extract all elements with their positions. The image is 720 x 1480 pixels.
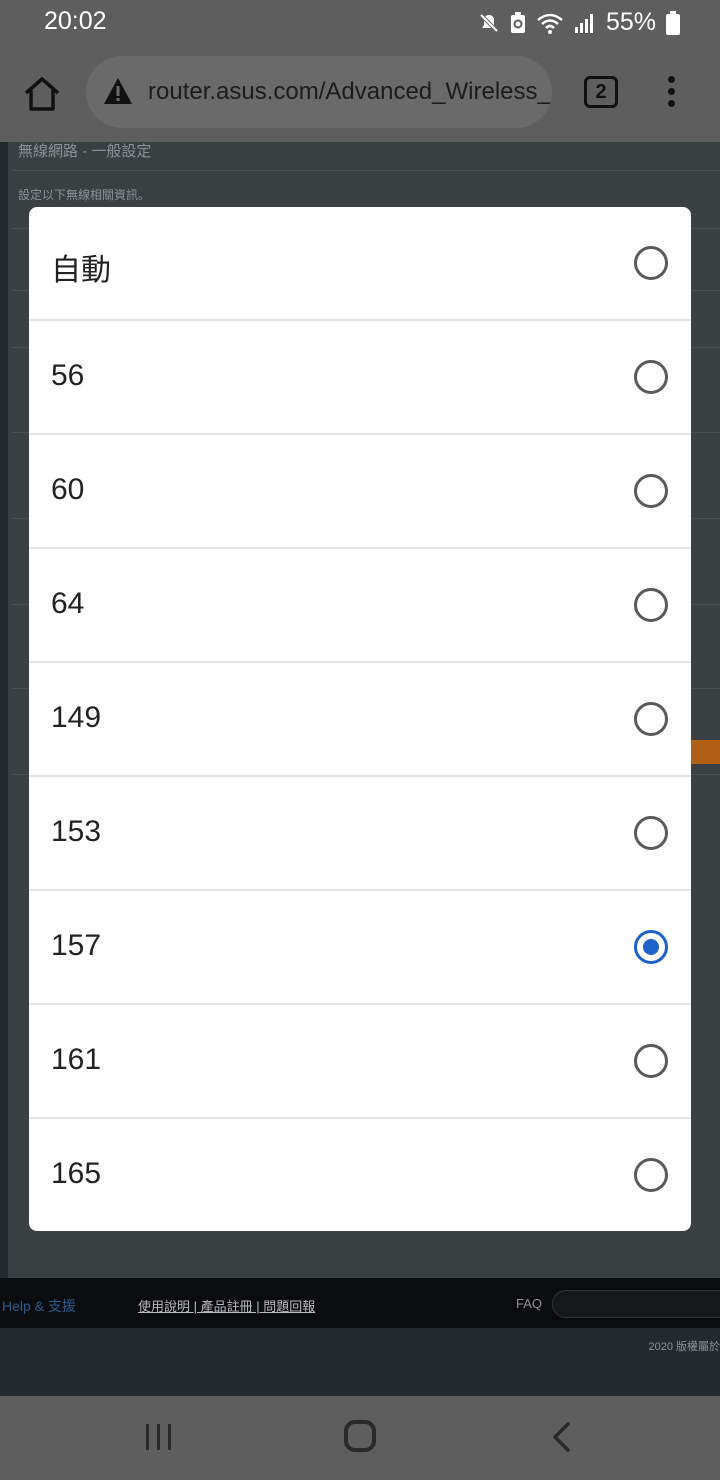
option-157[interactable]: 157 <box>29 891 691 1005</box>
highlight-bar <box>690 740 720 764</box>
footer-links[interactable]: 使用說明 | 產品註冊 | 問題回報 <box>138 1296 315 1315</box>
back-icon[interactable] <box>550 1422 574 1452</box>
option-56[interactable]: 56 <box>29 321 691 435</box>
option-153[interactable]: 153 <box>29 777 691 891</box>
radio-button[interactable] <box>634 474 668 508</box>
option-161[interactable]: 161 <box>29 1005 691 1119</box>
option-label: 165 <box>51 1157 102 1190</box>
option-label: 64 <box>51 587 85 620</box>
battery-icon <box>666 10 680 35</box>
page-footer: Help & 支援 使用說明 | 產品註冊 | 問題回報 FAQ <box>0 1278 720 1328</box>
address-bar[interactable]: router.asus.com/Advanced_Wireless_C <box>86 56 552 128</box>
option-149[interactable]: 149 <box>29 663 691 777</box>
radio-button[interactable] <box>634 588 668 622</box>
home-icon[interactable] <box>22 74 62 114</box>
faq-search-input[interactable] <box>552 1290 720 1318</box>
url-text[interactable]: router.asus.com/Advanced_Wireless_C <box>148 78 552 106</box>
radio-button[interactable] <box>634 702 668 736</box>
faq-label: FAQ <box>516 1296 543 1311</box>
radio-button[interactable] <box>634 1158 668 1192</box>
more-icon[interactable] <box>664 76 678 108</box>
option-label: 56 <box>51 359 85 392</box>
status-icons: 55% <box>478 8 680 37</box>
battery-percentage: 55% <box>605 8 656 36</box>
radio-button[interactable] <box>634 1044 668 1078</box>
home-nav-icon[interactable] <box>344 1420 376 1452</box>
radio-button-selected[interactable] <box>634 930 668 964</box>
status-bar: 20:02 55% <box>0 0 720 46</box>
radio-button[interactable] <box>634 360 668 394</box>
signal-icon <box>574 13 593 33</box>
section-title: 無線網路 - 一般設定 <box>18 143 152 160</box>
option-64[interactable]: 64 <box>29 549 691 663</box>
radio-button[interactable] <box>634 816 668 850</box>
radio-button[interactable] <box>634 246 668 280</box>
browser-toolbar: router.asus.com/Advanced_Wireless_C 2 <box>0 46 720 142</box>
option-label: 60 <box>51 473 85 506</box>
status-time: 20:02 <box>44 7 107 35</box>
channel-select-dialog: 自動 56 60 64 149 153 157 161 165 <box>29 207 691 1231</box>
section-description: 設定以下無線相關資訊。 <box>18 188 151 202</box>
battery-saver-icon <box>510 11 525 33</box>
option-label: 153 <box>51 815 102 848</box>
option-label: 149 <box>51 701 102 734</box>
option-165[interactable]: 165 <box>29 1119 691 1231</box>
option-label: 161 <box>51 1043 102 1076</box>
warning-icon[interactable] <box>102 76 134 106</box>
wifi-icon <box>537 13 563 34</box>
navigation-bar <box>0 1396 720 1480</box>
option-label: 自動 <box>51 254 111 287</box>
recents-icon[interactable] <box>144 1424 174 1450</box>
help-support-link[interactable]: Help & 支援 <box>2 1296 76 1316</box>
mute-icon <box>479 13 499 32</box>
option-label: 157 <box>51 929 102 962</box>
option-auto[interactable]: 自動 <box>29 207 691 321</box>
tabs-button[interactable]: 2 <box>584 76 618 108</box>
copyright-text: 2020 版權屬於 <box>648 1341 720 1353</box>
divider <box>12 170 720 171</box>
option-60[interactable]: 60 <box>29 435 691 549</box>
